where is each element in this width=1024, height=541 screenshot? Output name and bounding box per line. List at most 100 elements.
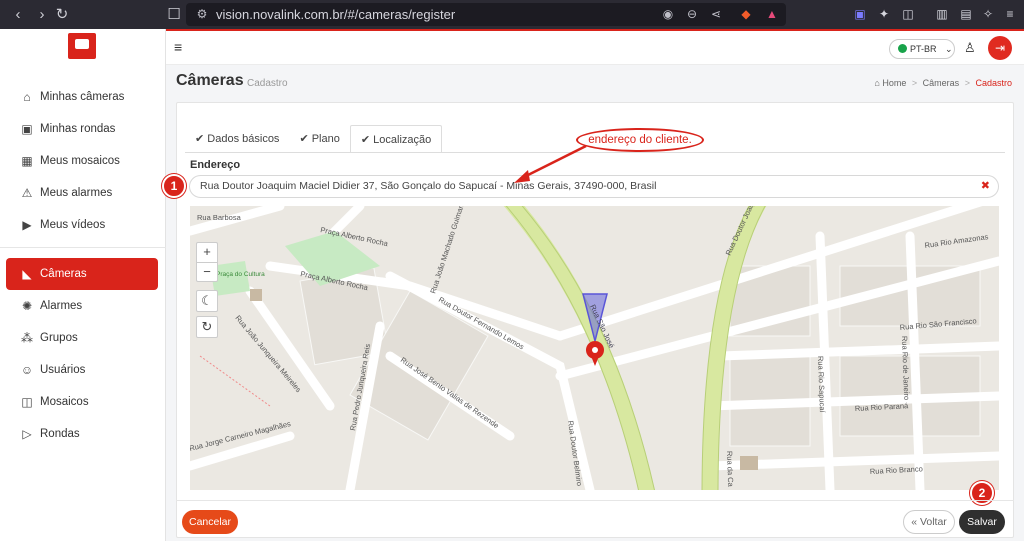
breadcrumb: ⌂ Home > Câmeras > Cadastro [874, 78, 1012, 88]
address-input[interactable]: Rua Doutor Joaquim Maciel Didier 37, São… [189, 175, 999, 198]
map-street-label: Praça do Cultura [216, 271, 265, 278]
leo-icon[interactable]: ✧ [980, 6, 996, 22]
mosaic-icon: ◫ [21, 395, 33, 409]
groups-icon: ⁂ [21, 331, 33, 345]
sidebar-item-minhas-rondas[interactable]: ▣ Minhas rondas [0, 113, 166, 145]
sidebar-item-label: Alarmes [40, 300, 83, 312]
address-value: Rua Doutor Joaquim Maciel Didier 37, São… [200, 180, 657, 192]
forward-arrow-icon[interactable]: › [32, 5, 52, 25]
sidebar-item-alarmes[interactable]: ✺ Alarmes [0, 290, 166, 322]
map-canvas[interactable]: Rua Barbosa Praça Alberto Rocha Praça Al… [190, 206, 999, 490]
url-text: vision.novalink.com.br/#/cameras/registe… [216, 7, 456, 22]
poi-icon [250, 289, 262, 301]
play-icon: ▶ [22, 218, 32, 232]
puzzle-icon[interactable]: ✦ [876, 6, 892, 22]
brand-logo[interactable] [68, 33, 96, 59]
brazil-flag-icon [898, 44, 907, 53]
annotation-callout: endereço do cliente. [576, 128, 704, 152]
logout-button[interactable]: ⇥ [988, 36, 1012, 60]
sidebar-item-label: Câmeras [40, 268, 87, 280]
map[interactable]: Rua Barbosa Praça Alberto Rocha Praça Al… [190, 206, 999, 490]
grid-icon: ▦ [21, 154, 33, 168]
tab-plano[interactable]: ✔ Plano [289, 125, 349, 153]
user-icon[interactable]: ♙ [964, 40, 976, 56]
back-arrow-icon[interactable]: ‹ [8, 5, 28, 25]
breadcrumb-separator: > [964, 78, 970, 88]
share-icon[interactable]: ⋖ [708, 6, 724, 22]
tab-localizacao[interactable]: ✔ Localização [349, 125, 443, 153]
save-button[interactable]: Salvar [959, 510, 1005, 534]
breadcrumb-separator: > [911, 78, 918, 88]
extensions-icon[interactable]: ◫ [900, 6, 916, 22]
address-label: Endereço [190, 159, 241, 171]
sidebar: ⌂ Minhas câmeras ▣ Minhas rondas ▦ Meus … [0, 29, 166, 541]
hamburger-menu-icon[interactable]: ≡ [174, 39, 182, 55]
sidebar-menu: ⌂ Minhas câmeras ▣ Minhas rondas ▦ Meus … [0, 81, 166, 450]
language-label: PT-BR [910, 44, 937, 54]
home-icon: ⌂ [23, 90, 31, 104]
cancel-button[interactable]: Cancelar [182, 510, 238, 534]
divider [0, 247, 166, 248]
sidebar-toggle-icon[interactable]: ▥ [934, 6, 950, 22]
breadcrumb-home[interactable]: Home [882, 78, 906, 88]
address-bar[interactable]: ⚙ vision.novalink.com.br/#/cameras/regis… [186, 3, 786, 26]
rondas-icon: ▷ [22, 427, 32, 441]
extension-icon[interactable]: ▣ [852, 6, 868, 22]
wallet-icon[interactable]: ▤ [958, 6, 974, 22]
bookmark-icon[interactable]: ☐ [164, 5, 184, 25]
sidebar-item-rondas[interactable]: ▷ Rondas [0, 418, 166, 450]
sidebar-item-label: Usuários [40, 364, 86, 376]
zoom-in-button[interactable]: + [196, 242, 218, 262]
tab-dados-basicos[interactable]: ✔ Dados básicos [185, 125, 289, 153]
sidebar-item-grupos[interactable]: ⁂ Grupos [0, 322, 166, 354]
tab-label: Plano [311, 133, 340, 145]
sidebar-item-label: Meus vídeos [40, 219, 106, 231]
sidebar-item-meus-videos[interactable]: ▶ Meus vídeos [0, 209, 166, 241]
back-button[interactable]: « Voltar [903, 510, 955, 534]
zoom-icon[interactable]: ⊖ [684, 6, 700, 22]
check-icon: ✔ [195, 133, 208, 145]
siren-icon: ✺ [21, 299, 33, 313]
refresh-icon[interactable]: ↻ [196, 316, 218, 338]
tab-divider [185, 152, 1005, 153]
sidebar-item-label: Grupos [40, 332, 78, 344]
brave-shield-icon[interactable]: ◆ [738, 6, 754, 22]
home-icon: ⌂ [874, 78, 880, 88]
language-selector[interactable]: PT-BR ⌄ [889, 39, 955, 59]
tab-label: Dados básicos [207, 133, 280, 145]
sidebar-item-usuarios[interactable]: ☺ Usuários [0, 354, 166, 386]
sidebar-item-label: Meus mosaicos [40, 155, 120, 167]
tab-bar: ✔ Dados básicos ✔ Plano ✔ Localização [185, 125, 443, 153]
top-header: ≡ PT-BR ⌄ ♙ ⇥ [166, 31, 1024, 65]
menu-icon[interactable]: ≡ [1002, 6, 1018, 22]
users-icon: ☺ [20, 363, 34, 377]
building-icon [740, 456, 758, 470]
location-icon[interactable]: ◉ [660, 6, 676, 22]
page-title: Câmeras [176, 72, 244, 89]
breadcrumb-current: Cadastro [975, 78, 1012, 88]
step-badge-2: 2 [970, 481, 994, 505]
clear-icon[interactable]: ✖ [981, 176, 990, 197]
check-icon: ✔ [299, 133, 312, 145]
dark-mode-icon[interactable]: ☾ [196, 290, 218, 312]
step-badge-1: 1 [162, 174, 186, 198]
zoom-out-button[interactable]: − [196, 262, 218, 282]
site-settings-icon[interactable]: ⚙ [194, 6, 210, 22]
rewards-icon[interactable]: ▲ [764, 6, 780, 22]
reload-icon[interactable]: ↻ [52, 5, 72, 25]
sidebar-item-cameras[interactable]: ◣ Câmeras [6, 258, 158, 290]
sidebar-item-mosaicos[interactable]: ◫ Mosaicos [0, 386, 166, 418]
check-icon: ✔ [360, 134, 374, 146]
camera-icon: ◣ [22, 267, 32, 281]
breadcrumb-cameras[interactable]: Câmeras [923, 78, 960, 88]
alarm-icon: ⚠ [21, 186, 33, 200]
register-card: ✔ Dados básicos ✔ Plano ✔ Localização En… [176, 102, 1014, 538]
sidebar-item-meus-mosaicos[interactable]: ▦ Meus mosaicos [0, 145, 166, 177]
sidebar-item-meus-alarmes[interactable]: ⚠ Meus alarmes [0, 177, 166, 209]
sidebar-item-label: Mosaicos [40, 396, 89, 408]
location-marker-dot [592, 347, 598, 353]
sidebar-item-minhas-cameras[interactable]: ⌂ Minhas câmeras [0, 81, 166, 113]
map-street-label: Rua da Ca [725, 451, 735, 488]
page-subtitle: Cadastro [247, 78, 288, 89]
ronda-icon: ▣ [21, 122, 33, 136]
